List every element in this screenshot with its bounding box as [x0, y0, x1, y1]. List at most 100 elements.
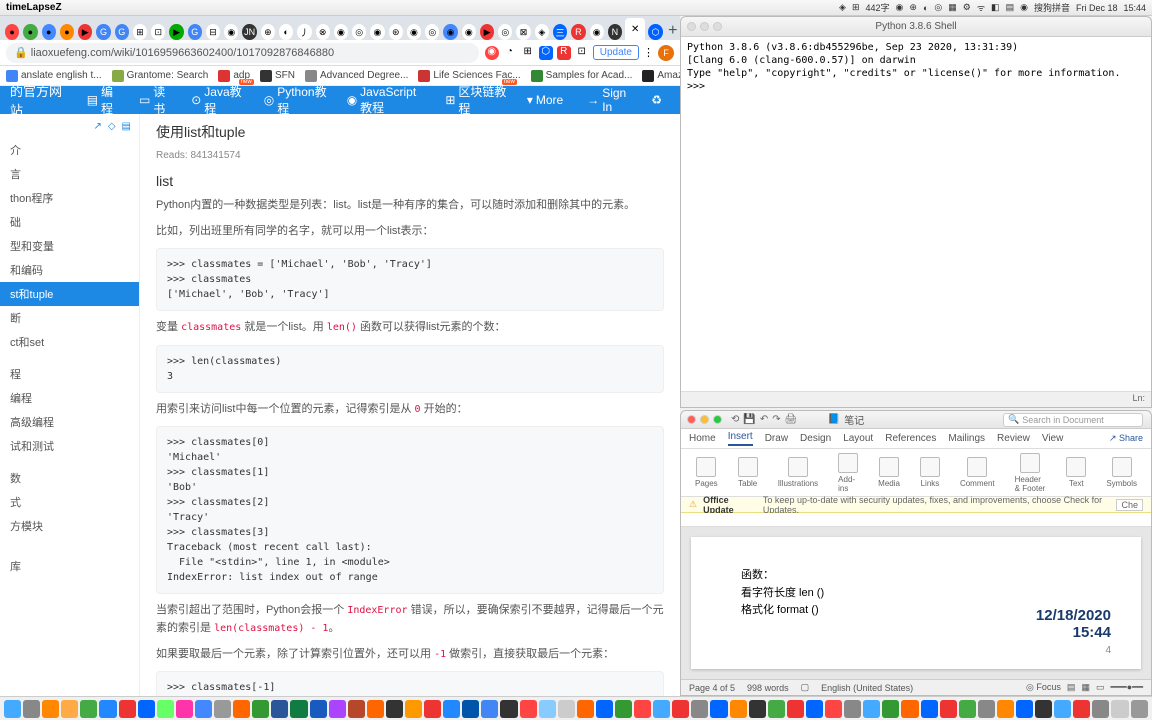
dock-icon[interactable]	[691, 700, 708, 718]
sidebar-item[interactable]: 和编码	[0, 258, 139, 282]
dock-icon[interactable]	[978, 700, 995, 718]
ribbon-group[interactable]: Comment	[954, 457, 1001, 488]
dock-icon[interactable]	[730, 700, 747, 718]
dock-icon[interactable]	[1016, 700, 1033, 718]
ribbon-tab[interactable]: Home	[689, 433, 716, 444]
dock-icon[interactable]	[596, 700, 613, 718]
sidebar-item[interactable]	[0, 546, 139, 554]
bookmark-item[interactable]: SFN	[260, 70, 295, 82]
sidebar-item[interactable]	[0, 354, 139, 362]
nav-programming[interactable]: ▤ 编程	[79, 83, 127, 117]
dock-icon[interactable]	[329, 700, 346, 718]
ribbon-group[interactable]: Links	[914, 457, 946, 488]
sidebar-item[interactable]: 库	[0, 554, 139, 578]
dock-icon[interactable]	[1054, 700, 1071, 718]
dock-icon[interactable]	[653, 700, 670, 718]
sidebar-item[interactable]: 高级编程	[0, 410, 139, 434]
sidebar-item[interactable]: 程	[0, 362, 139, 386]
dock-icon[interactable]	[290, 700, 307, 718]
ribbon-tabs[interactable]: HomeInsertDrawDesignLayoutReferencesMail…	[681, 429, 1151, 449]
dock-icon[interactable]	[940, 700, 957, 718]
share-button[interactable]: ↗ Share	[1109, 433, 1143, 444]
nav-reading[interactable]: ▭ 读书	[131, 83, 179, 117]
dock-icon[interactable]	[481, 700, 498, 718]
bookmark-item[interactable]: Amazon.com : Pes...	[642, 70, 680, 82]
new-tab-button[interactable]: +	[666, 22, 680, 40]
dock-icon[interactable]	[634, 700, 651, 718]
dock-icon[interactable]	[233, 700, 250, 718]
shell-output[interactable]: Python 3.8.6 (v3.8.6:db455296be, Sep 23 …	[681, 37, 1151, 391]
dock-icon[interactable]	[119, 700, 136, 718]
sidebar-item[interactable]	[0, 578, 139, 586]
dock-icon[interactable]	[99, 700, 116, 718]
dock-icon[interactable]	[462, 700, 479, 718]
code-block[interactable]: >>> classmates[-1] 'Tracy'	[156, 671, 664, 696]
ribbon-group[interactable]: Illustrations	[772, 457, 824, 488]
bookmark-item[interactable]: Advanced Degree...	[305, 70, 408, 82]
sidebar-item[interactable]: ct和set	[0, 330, 139, 354]
dock-icon[interactable]	[195, 700, 212, 718]
dock-icon[interactable]	[710, 700, 727, 718]
sidebar-item[interactable]: 言	[0, 162, 139, 186]
dock-icon[interactable]	[214, 700, 231, 718]
dock-icon[interactable]	[558, 700, 575, 718]
dropbox-tab-icon[interactable]: ⬡	[648, 24, 662, 40]
dock-icon[interactable]	[901, 700, 918, 718]
sidebar-item[interactable]	[0, 458, 139, 466]
update-banner[interactable]: ⚠ Office Update To keep up-to-date with …	[681, 497, 1151, 513]
dock-icon[interactable]	[768, 700, 785, 718]
dock-icon[interactable]	[424, 700, 441, 718]
ribbon-tab[interactable]: Layout	[843, 433, 873, 444]
dock-icon[interactable]	[42, 700, 59, 718]
toc-icon[interactable]: ▤	[122, 121, 131, 132]
dock-icon[interactable]	[997, 700, 1014, 718]
ribbon-group[interactable]: Pages	[689, 457, 724, 488]
dock-icon[interactable]	[882, 700, 899, 718]
dock-icon[interactable]	[500, 700, 517, 718]
code-block[interactable]: >>> len(classmates) 3	[156, 345, 664, 393]
sidebar-item[interactable]: 试和测试	[0, 434, 139, 458]
dock-icon[interactable]	[1111, 700, 1128, 718]
ribbon-group[interactable]: Media	[872, 457, 906, 488]
ribbon-tab[interactable]: Mailings	[948, 433, 985, 444]
collapse-icon[interactable]: ◇	[108, 121, 116, 132]
dock-icon[interactable]	[806, 700, 823, 718]
chapter-sidebar[interactable]: ↗◇▤ 介言thon程序础型和变量和编码st和tuple断ct和set程编程高级…	[0, 114, 140, 696]
sidebar-item[interactable]: 断	[0, 306, 139, 330]
dock-icon[interactable]	[844, 700, 861, 718]
nav-signin[interactable]: → Sign In	[579, 86, 639, 114]
ribbon-group[interactable]: Symbols	[1100, 457, 1143, 488]
mac-dock[interactable]	[0, 696, 1152, 720]
window-controls[interactable]	[687, 415, 722, 424]
nav-java[interactable]: ⊙ Java教程new	[183, 83, 252, 117]
dock-icon[interactable]	[921, 700, 938, 718]
dock-icon[interactable]	[4, 700, 21, 718]
dock-icon[interactable]	[1073, 700, 1090, 718]
dock-icon[interactable]	[577, 700, 594, 718]
dock-icon[interactable]	[615, 700, 632, 718]
dock-icon[interactable]	[348, 700, 365, 718]
bookmark-item[interactable]: Grantome: Search	[112, 70, 209, 82]
sidebar-item[interactable]: thon程序	[0, 186, 139, 210]
dock-icon[interactable]	[80, 700, 97, 718]
dock-icon[interactable]	[539, 700, 556, 718]
dock-icon[interactable]	[271, 700, 288, 718]
nav-more[interactable]: ▾ More	[519, 93, 571, 107]
dock-icon[interactable]	[252, 700, 269, 718]
dock-icon[interactable]	[1035, 700, 1052, 718]
sidebar-item[interactable]: 方模块	[0, 514, 139, 538]
sidebar-item[interactable]: 编程	[0, 386, 139, 410]
chrome-tabstrip[interactable]: ●●●●▶GG⊞⊡▶G⊟◉JN⊕◐丿⊗◉◎◉⊛◉◎◉◉▶◎⊠◈三R◉N ✕ ⬡ …	[0, 16, 680, 40]
ribbon-tab[interactable]: Insert	[728, 431, 753, 446]
ruler[interactable]	[681, 513, 1151, 527]
ribbon[interactable]: PagesTableIllustrationsAdd-insMediaLinks…	[681, 449, 1151, 497]
bookmark-item[interactable]: Samples for Acad...	[531, 70, 633, 82]
document-area[interactable]: 函数： 看字符长度 len () 格式化 format () 12/18/202…	[681, 527, 1151, 679]
profile-avatar[interactable]: F	[658, 45, 674, 61]
sidebar-item[interactable]: 数	[0, 466, 139, 490]
quick-access-toolbar[interactable]: ⟲💾↶↷🖨	[731, 414, 797, 425]
sidebar-item[interactable]: 型和变量	[0, 234, 139, 258]
code-block[interactable]: >>> classmates[0] 'Michael' >>> classmat…	[156, 426, 664, 594]
ribbon-tab[interactable]: Design	[800, 433, 831, 444]
window-controls[interactable]	[687, 22, 722, 31]
